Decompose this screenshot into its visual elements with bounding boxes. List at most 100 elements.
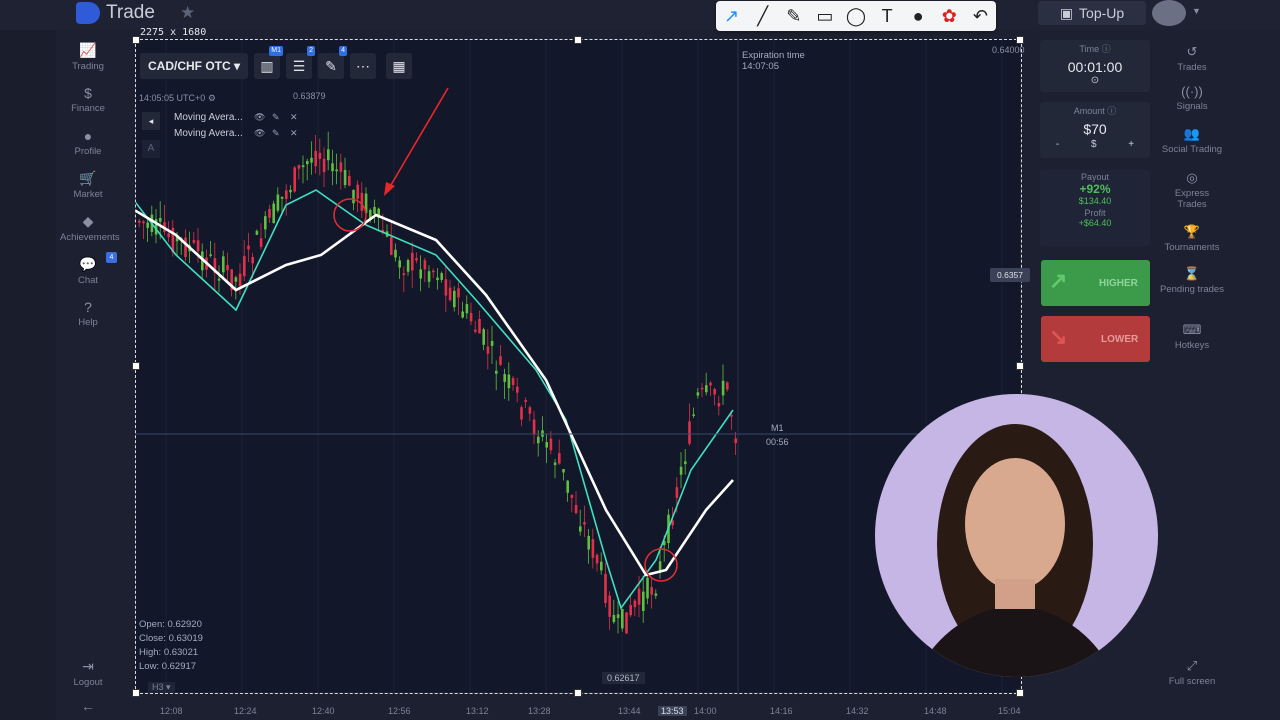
candle-body: [419, 269, 422, 279]
sidebar-item-help[interactable]: ? Help: [60, 299, 116, 328]
app-logo[interactable]: Trade: [76, 2, 155, 24]
candle-body: [423, 260, 427, 270]
more-options-icon[interactable]: ⋯: [350, 53, 377, 79]
candle-body: [717, 403, 721, 407]
sidebar-item-finance[interactable]: $ Finance: [60, 85, 116, 114]
drawings-button[interactable]: ✎ 4: [318, 46, 348, 79]
close-icon[interactable]: ✕: [290, 128, 298, 139]
rectangle-tool-icon[interactable]: ▭: [812, 6, 838, 27]
candle-body: [553, 462, 557, 466]
collapse-indicators-icon[interactable]: ◂: [142, 112, 160, 130]
resize-handle[interactable]: [574, 36, 582, 44]
pen-tool-icon[interactable]: ✎: [781, 6, 807, 27]
ohlc-open: Open: 0.62920: [139, 619, 202, 630]
resize-handle[interactable]: [132, 362, 140, 370]
candle-body: [516, 386, 519, 393]
resize-handle[interactable]: [1016, 689, 1024, 697]
signal-icon: ((·)): [1181, 84, 1203, 99]
candle-body: [465, 304, 469, 314]
amount-box[interactable]: Amount ⓘ $70 - $ +: [1040, 102, 1150, 158]
close-icon[interactable]: ✕: [290, 112, 298, 123]
color-drop-icon[interactable]: ●: [905, 6, 931, 27]
candle-body: [583, 522, 586, 525]
candle-body: [726, 382, 729, 390]
sidebar-item-chat[interactable]: 💬 Chat 4: [60, 252, 117, 286]
collapse-arrow-icon[interactable]: ←: [60, 698, 116, 714]
eye-icon[interactable]: 👁: [254, 112, 265, 123]
sidebar-item-trading[interactable]: 📈 Trading: [60, 42, 116, 72]
auto-scale-button[interactable]: A: [142, 140, 160, 158]
sidebar-item-label: Market: [73, 189, 103, 200]
resize-handle[interactable]: [132, 689, 140, 697]
arrow-tool-icon[interactable]: ↗: [719, 6, 745, 27]
sidebar-item-pending[interactable]: ⌛ Pending trades: [1160, 266, 1224, 295]
candle-body: [339, 162, 343, 172]
sidebar-item-tournaments[interactable]: 🏆 Tournaments: [1160, 224, 1224, 253]
sidebar-item-label: Signals: [1176, 101, 1208, 112]
chart-icon: 📈: [79, 42, 97, 58]
gear-icon[interactable]: ⚙: [208, 93, 216, 103]
sidebar-item-profile[interactable]: ● Profile: [60, 128, 116, 157]
time-box[interactable]: Time ⓘ 00:01:00 ⊙: [1040, 40, 1150, 92]
ha-selector[interactable]: H3 ▾: [148, 682, 175, 693]
asset-selector[interactable]: CAD/CHF OTC ▾: [140, 53, 249, 79]
pencil-icon[interactable]: ✎: [272, 128, 280, 139]
currency-button[interactable]: $: [1091, 139, 1097, 150]
candle-body: [427, 271, 431, 282]
sidebar-item-signals[interactable]: ((·)) Signals: [1160, 84, 1224, 112]
candle-body: [457, 288, 460, 298]
candle-body: [142, 221, 145, 224]
candle-body: [566, 480, 569, 493]
annotation-circle: [333, 198, 367, 232]
top-up-button[interactable]: ▣ Top-Up: [1038, 1, 1146, 25]
sidebar-item-market[interactable]: 🛒 Market: [60, 170, 116, 200]
pencil-icon[interactable]: ✎: [272, 112, 280, 123]
people-icon: 👥: [1183, 126, 1201, 141]
candle-body: [448, 287, 452, 301]
candle-body: [209, 254, 212, 256]
eye-icon[interactable]: 👁: [254, 128, 265, 139]
amount-plus-button[interactable]: +: [1128, 139, 1134, 150]
fullscreen-button[interactable]: ⤢ Full screen: [1160, 658, 1224, 687]
sidebar-item-hotkeys[interactable]: ⌨ Hotkeys: [1160, 322, 1224, 351]
payout-label: Payout: [1080, 172, 1110, 182]
chart-type-button[interactable]: ▥ M1: [254, 46, 284, 79]
wallet-icon: ▣: [1059, 4, 1074, 21]
candle-body: [696, 392, 700, 396]
resize-handle[interactable]: [1016, 362, 1024, 370]
indicators-button[interactable]: ☰ 2: [286, 46, 316, 79]
profit-label: Profit: [1084, 208, 1106, 218]
sidebar-item-trades[interactable]: ↺ Trades: [1160, 44, 1224, 73]
higher-button[interactable]: ↗ HIGHER: [1041, 260, 1150, 306]
trophy-icon: 🏆: [1183, 224, 1201, 239]
resize-handle[interactable]: [1016, 36, 1024, 44]
layout-grid-icon[interactable]: ▦: [386, 53, 413, 79]
ohlc-readout: Open: 0.62920 Close: 0.63019 High: 0.630…: [139, 618, 203, 674]
resize-handle[interactable]: [574, 689, 582, 697]
user-avatar[interactable]: [1152, 0, 1186, 26]
top-bar: Trade ★ ▣ Top-Up ▼: [0, 0, 1280, 30]
sidebar-item-achievements[interactable]: ◆ Achievements: [60, 213, 120, 243]
time-axis-tick: 12:40: [312, 706, 335, 716]
text-tool-icon[interactable]: T: [874, 6, 900, 27]
line-tool-icon[interactable]: ╱: [750, 6, 776, 27]
sidebar-item-social[interactable]: 👥 Social Trading: [1160, 126, 1224, 155]
logout-button[interactable]: ⇥ Logout: [60, 658, 116, 688]
sidebar-item-express[interactable]: ◎ Express Trades: [1160, 170, 1224, 210]
candle-body: [247, 245, 250, 250]
candle-body: [574, 504, 578, 514]
candle-body: [394, 249, 397, 258]
chevron-down-icon[interactable]: ▼: [1192, 6, 1201, 16]
favorite-star-icon[interactable]: ★: [180, 3, 195, 23]
indicator-label: Moving Avera...: [174, 112, 243, 123]
lower-button[interactable]: ↘ LOWER: [1041, 316, 1150, 362]
logout-icon: ⇥: [82, 658, 94, 674]
undo-icon[interactable]: ↶: [967, 6, 993, 27]
sidebar-item-label: Achievements: [60, 232, 120, 243]
logo-mark-icon: [76, 2, 100, 24]
candle-body: [146, 222, 149, 228]
resize-handle[interactable]: [132, 36, 140, 44]
palette-icon[interactable]: ✿: [936, 6, 962, 27]
ellipse-tool-icon[interactable]: ◯: [843, 6, 869, 27]
amount-minus-button[interactable]: -: [1056, 139, 1059, 150]
